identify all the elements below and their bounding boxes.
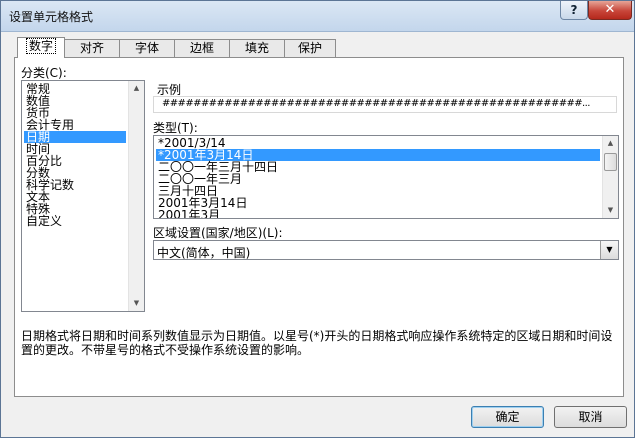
format-description: 日期格式将日期和时间系列数值显示为日期值。以星号(*)开头的日期格式响应操作系统… (21, 329, 613, 357)
dialog-title: 设置单元格格式 (9, 10, 94, 24)
scroll-down-icon[interactable]: ▼ (129, 296, 144, 311)
scroll-up-icon[interactable]: ▲ (129, 81, 144, 96)
sample-box: ########################################… (153, 96, 617, 113)
category-list[interactable]: 常规 数值 货币 会计专用 日期 时间 百分比 分数 科学记数 文本 特殊 自定… (21, 80, 145, 312)
locale-label: 区域设置(国家/地区)(L): (153, 226, 283, 240)
ok-button[interactable]: 确定 (471, 406, 544, 428)
list-item[interactable]: 2001年3月 (156, 209, 222, 218)
scroll-thumb[interactable] (604, 153, 617, 171)
help-button[interactable]: ? (560, 1, 588, 20)
tab-protection[interactable]: 保护 (284, 39, 336, 57)
type-list[interactable]: *2001/3/14 *2001年3月14日 二〇〇一年三月十四日 二〇〇一年三… (153, 135, 619, 219)
tab-fill[interactable]: 填充 (229, 39, 285, 57)
category-label: 分类(C): (21, 66, 67, 80)
close-button[interactable]: ✕ (588, 1, 632, 20)
tab-number[interactable]: 数字 (17, 37, 65, 58)
type-scrollbar[interactable]: ▲ ▼ (602, 136, 618, 218)
sample-value: ########################################… (162, 98, 590, 109)
tab-font[interactable]: 字体 (119, 39, 175, 57)
list-item[interactable]: 自定义 (24, 215, 64, 227)
category-scrollbar[interactable]: ▲ ▼ (128, 81, 144, 311)
locale-select[interactable]: 中文(简体，中国) ▼ (153, 240, 619, 260)
scroll-down-icon[interactable]: ▼ (603, 203, 618, 218)
chevron-down-icon[interactable]: ▼ (600, 241, 618, 259)
tab-alignment[interactable]: 对齐 (64, 39, 120, 57)
tab-border[interactable]: 边框 (174, 39, 230, 57)
scroll-up-icon[interactable]: ▲ (603, 136, 618, 151)
format-cells-dialog: 设置单元格格式 ? ✕ 数字 对齐 字体 边框 填充 保护 分类(C): 常规 … (0, 0, 635, 438)
title-bar[interactable]: 设置单元格格式 ? ✕ (1, 1, 634, 32)
cancel-button[interactable]: 取消 (554, 406, 627, 428)
locale-value: 中文(简体，中国) (157, 246, 251, 260)
type-label: 类型(T): (153, 121, 198, 135)
